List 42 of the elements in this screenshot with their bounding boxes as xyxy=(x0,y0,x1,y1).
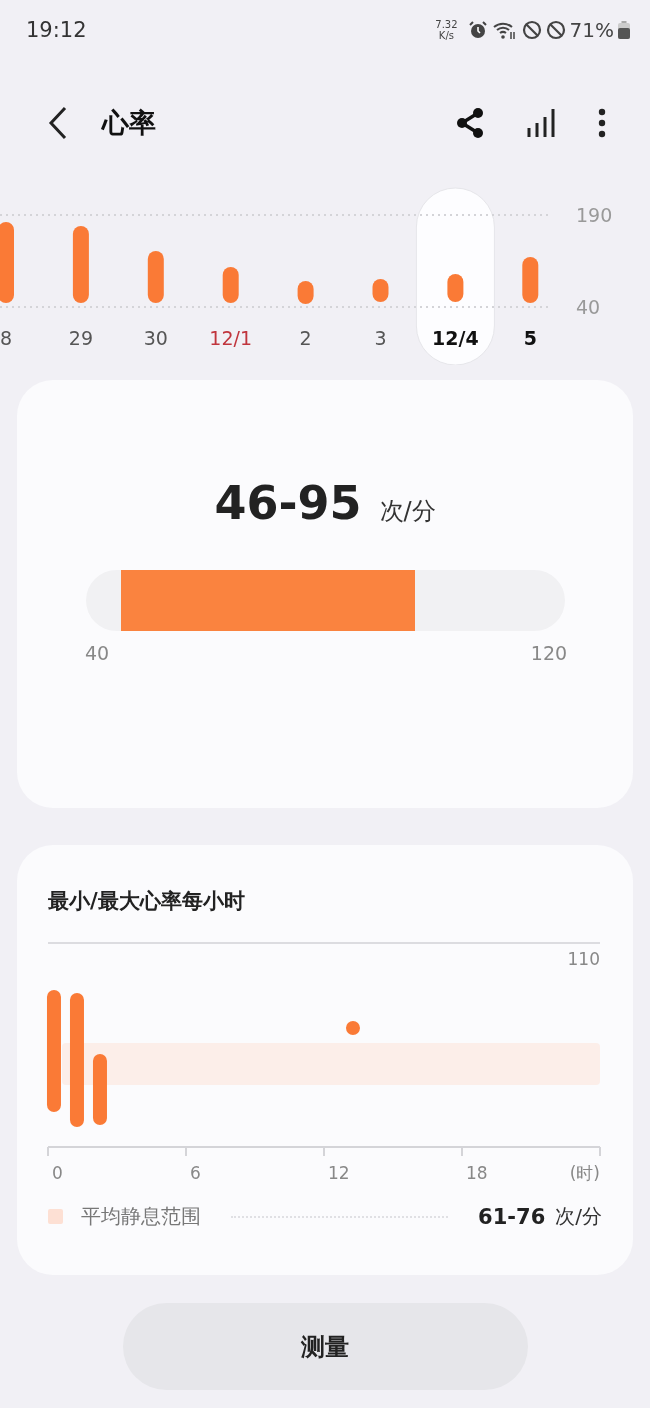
axis-label: 40 xyxy=(576,296,601,318)
day-label[interactable]: 12/4 xyxy=(432,327,479,349)
do-not-disturb-icon xyxy=(521,20,542,40)
axis-label: 190 xyxy=(576,204,613,226)
network-speed-unit: K/s xyxy=(438,30,454,41)
measure-button[interactable]: 测量 xyxy=(122,1303,528,1390)
alarm-icon xyxy=(467,20,488,40)
range-bar xyxy=(297,281,314,304)
blocked-icon xyxy=(545,20,566,40)
day-label[interactable]: 29 xyxy=(68,327,93,349)
battery-icon xyxy=(618,21,630,39)
axis-label: 12 xyxy=(328,1163,350,1183)
axis-label: 40 xyxy=(84,642,110,664)
unit-label: 次/分 xyxy=(379,496,436,527)
page-title: 心率 xyxy=(102,105,156,140)
axis-label: 6 xyxy=(190,1163,201,1183)
day-label[interactable]: 8 xyxy=(0,327,13,349)
battery-percent: 71% xyxy=(569,18,614,42)
axis-label: 18 xyxy=(466,1163,488,1183)
axis-label: (时) xyxy=(569,1163,600,1183)
range-bar xyxy=(372,279,389,302)
axis-label: 0 xyxy=(52,1163,63,1183)
card-title: 最小/最大心率每小时 xyxy=(48,888,246,915)
day-label[interactable]: 30 xyxy=(143,327,168,349)
range-bar xyxy=(93,1054,107,1125)
data-point xyxy=(346,1021,360,1035)
range-bar xyxy=(222,267,239,303)
day-label[interactable]: 3 xyxy=(374,327,387,349)
network-speed: 7.32 xyxy=(435,19,458,30)
axis-label: 120 xyxy=(530,642,568,664)
legend-label: 平均静息范围 xyxy=(81,1203,201,1230)
unit-label: 次/分 xyxy=(555,1203,602,1230)
resting-range-value: 61-76 xyxy=(478,1204,546,1229)
day-label[interactable]: 12/1 xyxy=(209,327,253,349)
day-label[interactable]: 5 xyxy=(523,327,537,349)
axis-label: 110 xyxy=(567,949,600,969)
status-time: 19:12 xyxy=(26,18,87,42)
range-bar xyxy=(147,251,164,303)
day-label[interactable]: 2 xyxy=(299,327,312,349)
wifi-icon xyxy=(491,20,518,40)
range-bar xyxy=(522,257,539,303)
heart-rate-range: 46-95 xyxy=(214,476,362,530)
